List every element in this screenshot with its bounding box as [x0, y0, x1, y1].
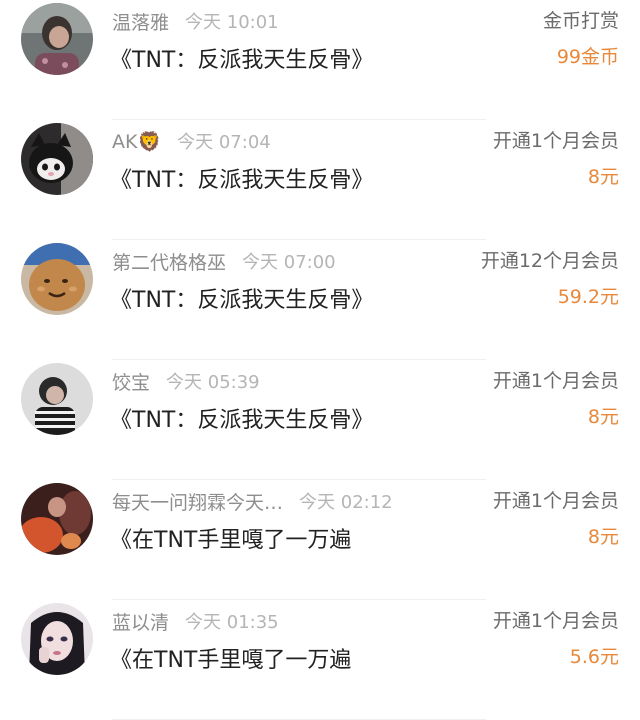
- gift-amount: 8元: [587, 166, 619, 188]
- timestamp: 今天 07:04: [177, 132, 271, 153]
- gift-type: 金币打赏: [542, 10, 619, 32]
- gift-amount: 59.2元: [557, 286, 619, 308]
- timestamp: 今天 02:12: [299, 492, 393, 513]
- list-item[interactable]: 第二代格格巫 今天 07:00 《TNT：反派我天生反骨》 开通12个月会员 5…: [0, 240, 640, 360]
- avatar-image: [21, 243, 93, 315]
- gift-type: 开通1个月会员: [492, 490, 619, 512]
- reward-list: 温落雅 今天 10:01 《TNT：反派我天生反骨》 金币打赏 99金币 AK🦁: [0, 0, 640, 720]
- avatar[interactable]: [21, 3, 93, 75]
- gift-type: 开通12个月会员: [480, 250, 619, 272]
- user-name[interactable]: 蓝以清: [112, 608, 169, 635]
- book-title[interactable]: 《TNT：反派我天生反骨》: [110, 402, 373, 434]
- avatar[interactable]: [21, 483, 93, 555]
- gift-amount: 99金币: [556, 46, 619, 68]
- book-title[interactable]: 《TNT：反派我天生反骨》: [110, 42, 373, 74]
- book-title[interactable]: 《在TNT手里嘎了一万遍: [110, 642, 351, 674]
- user-name[interactable]: AK🦁: [112, 130, 161, 153]
- avatar[interactable]: [21, 123, 93, 195]
- avatar[interactable]: [21, 603, 93, 675]
- avatar-image: [21, 123, 93, 195]
- user-name[interactable]: 饺宝: [112, 368, 150, 395]
- list-item[interactable]: 饺宝 今天 05:39 《TNT：反派我天生反骨》 开通1个月会员 8元: [0, 360, 640, 480]
- row-meta: 每天一问翔霖今天… 今天 02:12: [112, 488, 393, 514]
- timestamp: 今天 07:00: [242, 252, 336, 273]
- avatar-image: [21, 483, 93, 555]
- avatar-image: [21, 603, 93, 675]
- timestamp: 今天 10:01: [185, 12, 279, 33]
- timestamp: 今天 05:39: [166, 372, 260, 393]
- avatar[interactable]: [21, 243, 93, 315]
- row-meta: 温落雅 今天 10:01: [112, 8, 279, 34]
- avatar-image: [21, 3, 93, 75]
- avatar-image: [21, 363, 93, 435]
- book-title[interactable]: 《在TNT手里嘎了一万遍: [110, 522, 351, 554]
- gift-amount: 5.6元: [569, 646, 619, 668]
- gift-amount: 8元: [587, 406, 619, 428]
- gift-type: 开通1个月会员: [492, 610, 619, 632]
- row-meta: AK🦁 今天 07:04: [112, 128, 271, 154]
- list-item[interactable]: 蓝以清 今天 01:35 《在TNT手里嘎了一万遍 开通1个月会员 5.6元: [0, 600, 640, 720]
- row-meta: 饺宝 今天 05:39: [112, 368, 260, 394]
- user-name[interactable]: 第二代格格巫: [112, 248, 226, 275]
- list-item[interactable]: 每天一问翔霖今天… 今天 02:12 《在TNT手里嘎了一万遍 开通1个月会员 …: [0, 480, 640, 600]
- book-title[interactable]: 《TNT：反派我天生反骨》: [110, 162, 373, 194]
- user-name[interactable]: 温落雅: [112, 8, 169, 35]
- timestamp: 今天 01:35: [185, 612, 279, 633]
- user-name[interactable]: 每天一问翔霖今天…: [112, 488, 283, 515]
- row-meta: 蓝以清 今天 01:35: [112, 608, 279, 634]
- row-meta: 第二代格格巫 今天 07:00: [112, 248, 336, 274]
- gift-amount: 8元: [587, 526, 619, 548]
- gift-type: 开通1个月会员: [492, 370, 619, 392]
- book-title[interactable]: 《TNT：反派我天生反骨》: [110, 282, 373, 314]
- list-item[interactable]: 温落雅 今天 10:01 《TNT：反派我天生反骨》 金币打赏 99金币: [0, 0, 640, 120]
- list-item[interactable]: AK🦁 今天 07:04 《TNT：反派我天生反骨》 开通1个月会员 8元: [0, 120, 640, 240]
- avatar[interactable]: [21, 363, 93, 435]
- gift-type: 开通1个月会员: [492, 130, 619, 152]
